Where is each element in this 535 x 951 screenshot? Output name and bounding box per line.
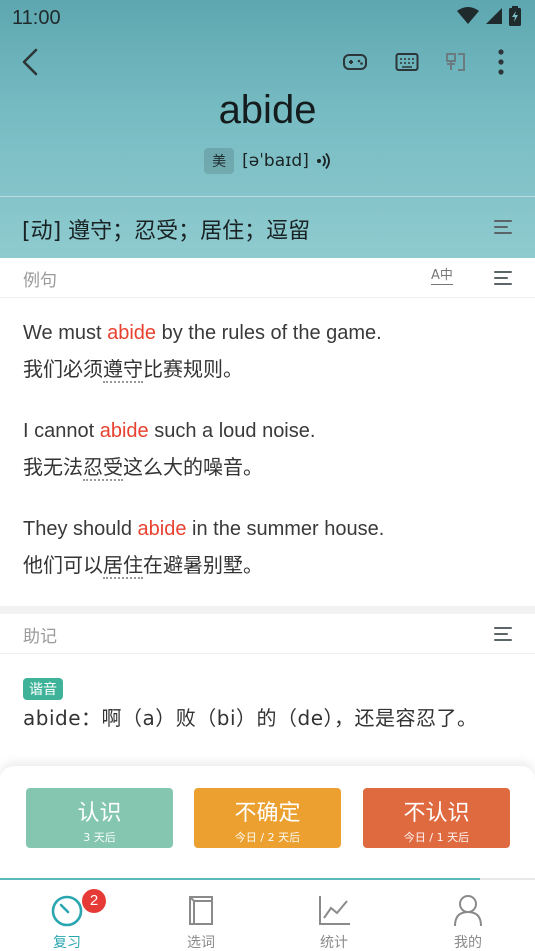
tab-stats-label: 统计: [320, 935, 348, 951]
example-zh-text: 比赛规则。: [143, 357, 243, 381]
more-vert-icon: [498, 49, 504, 75]
speaker-icon[interactable]: [316, 153, 331, 169]
example-zh-text: 我们必须: [23, 357, 103, 381]
test-mode-icon: [446, 53, 465, 71]
mnemonic-text: abide：啊（a）败（bi）的（de），还是容忍了。: [23, 706, 478, 730]
status-bar: 11:00: [0, 0, 535, 36]
battery-icon: [509, 6, 521, 26]
know-sub: 3 天后: [83, 831, 116, 844]
translate-toggle-icon[interactable]: A中: [431, 268, 453, 285]
unsure-sub: 今日 / 2 天后: [234, 831, 301, 844]
example-zh-keyword: 居住: [103, 553, 143, 579]
examples-title: 例句: [23, 271, 57, 291]
mnemonic-tag: 谐音: [23, 678, 63, 700]
back-arrow-icon: [22, 48, 38, 76]
word-header: 11:00 abide 美 [əˈbaɪd] [动] 遵守；忍受；居住；逗留: [0, 0, 535, 258]
keyboard-icon: [395, 53, 419, 71]
tab-review-label: 复习: [53, 935, 81, 951]
unknown-sub: 今日 / 1 天后: [403, 831, 470, 844]
example-zh: 我们必须遵守比赛规则。: [23, 353, 518, 383]
tab-review[interactable]: 2 复习: [0, 880, 134, 951]
example-en-text: in the summer house.: [186, 518, 385, 540]
know-button[interactable]: 认识 3 天后: [26, 788, 173, 848]
example-zh-text: 他们可以: [23, 553, 103, 577]
headword: abide: [218, 88, 317, 132]
test-mode-button[interactable]: [438, 44, 474, 80]
example-zh: 他们可以居住在避暑别墅。: [23, 549, 518, 579]
section-divider: [0, 606, 535, 614]
example-en: I cannot abide such a loud noise.: [23, 420, 518, 443]
tab-profile-label: 我的: [454, 935, 482, 951]
phonetic-text: [əˈbaɪd]: [242, 151, 309, 171]
tab-stats[interactable]: 统计: [267, 880, 401, 951]
example-en: They should abide in the summer house.: [23, 518, 518, 541]
signal-icon: [486, 8, 502, 24]
mnemonic-card: 谐音 abide：啊（a）败（bi）的（de），还是容忍了。: [23, 678, 493, 735]
answer-panel: 认识 3 天后 不确定 今日 / 2 天后 不认识 今日 / 1 天后: [0, 766, 535, 878]
example-en-text: such a loud noise.: [148, 420, 316, 442]
example-en-text: We must: [23, 322, 108, 344]
back-button[interactable]: [12, 44, 48, 80]
example-zh-keyword: 忍受: [83, 455, 123, 481]
example-en-text: They should: [23, 518, 138, 540]
example-zh: 我无法忍受这么大的噪音。: [23, 451, 518, 481]
more-button[interactable]: [483, 44, 519, 80]
definition-bar[interactable]: [动] 遵守；忍受；居住；逗留: [0, 196, 535, 258]
example-zh-text: 这么大的噪音。: [123, 455, 263, 479]
review-icon: [51, 895, 83, 927]
game-button[interactable]: [337, 44, 373, 80]
definition-text: [动] 遵守；忍受；居住；逗留: [22, 219, 311, 244]
region-badge: 美: [204, 148, 235, 174]
example-zh-text: 我无法: [23, 455, 83, 479]
example-item: They should abide in the summer house. 他…: [23, 518, 518, 579]
wordbook-icon: [189, 896, 213, 925]
example-item: I cannot abide such a loud noise. 我无法忍受这…: [23, 420, 518, 481]
tab-wordbook[interactable]: 选词: [134, 880, 268, 951]
example-en-text: by the rules of the game.: [156, 322, 382, 344]
example-item: We must abide by the rules of the game. …: [23, 322, 518, 383]
status-time: 11:00: [12, 7, 61, 29]
mnemonic-title: 助记: [23, 627, 57, 647]
unsure-button[interactable]: 不确定 今日 / 2 天后: [194, 788, 341, 848]
unknown-button[interactable]: 不认识 今日 / 1 天后: [363, 788, 510, 848]
keyboard-button[interactable]: [389, 44, 425, 80]
profile-icon: [454, 895, 482, 927]
review-badge: 2: [82, 889, 106, 913]
mnemonic-list-icon[interactable]: [494, 627, 514, 643]
example-highlight: abide: [137, 518, 187, 540]
unknown-label: 不认识: [403, 801, 470, 826]
know-label: 认识: [77, 801, 122, 826]
example-zh-keyword: 遵守: [103, 357, 143, 383]
example-zh-text: 在避暑别墅。: [143, 553, 263, 577]
wifi-icon: [457, 7, 479, 24]
example-highlight: abide: [99, 420, 149, 442]
tab-wordbook-label: 选词: [187, 935, 215, 951]
status-icons: [457, 6, 521, 26]
list-icon[interactable]: [494, 220, 514, 236]
example-en-text: I cannot: [23, 420, 100, 442]
tab-profile[interactable]: 我的: [401, 880, 535, 951]
example-highlight: abide: [107, 322, 157, 344]
chart-icon: [319, 896, 350, 925]
example-en: We must abide by the rules of the game.: [23, 322, 518, 345]
unsure-label: 不确定: [234, 801, 301, 826]
examples-list-icon[interactable]: [494, 271, 514, 287]
mnemonic-header: 助记: [0, 614, 535, 654]
examples-header: 例句 A中: [0, 258, 535, 298]
gamepad-icon: [343, 54, 367, 70]
pronunciation-row: 美 [əˈbaɪd]: [0, 148, 535, 174]
bottom-tab-bar: 2 复习 选词 统计 我的: [0, 878, 535, 951]
